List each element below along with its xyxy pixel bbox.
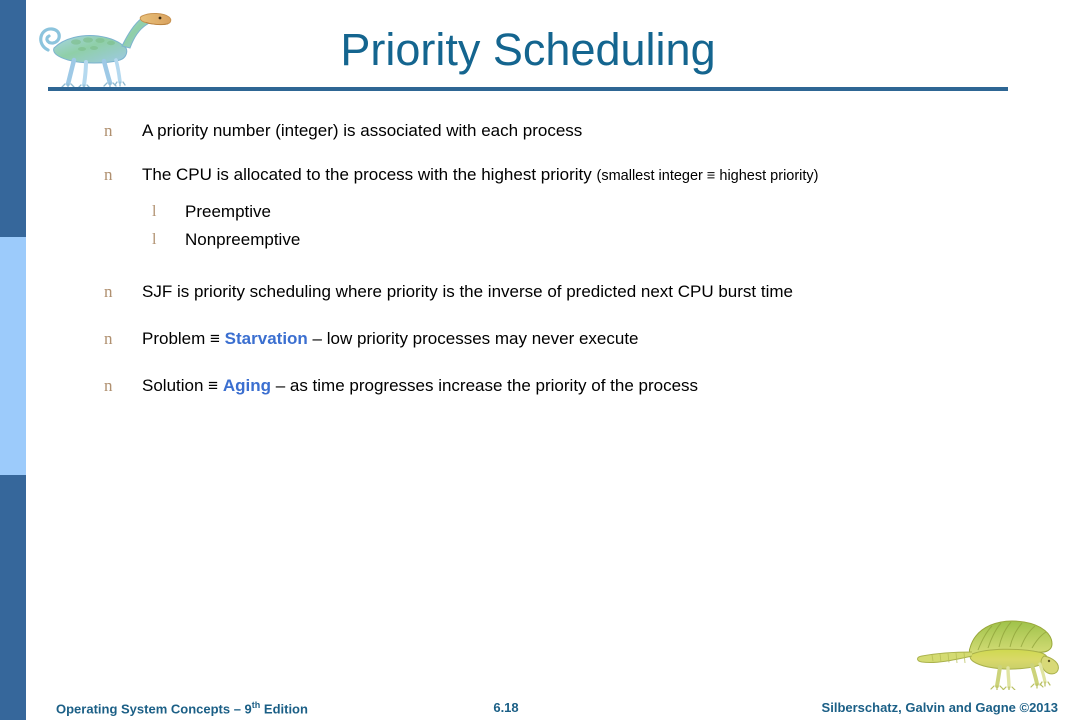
footer-book-ordinal-suffix: th [251, 700, 261, 710]
bullet-marker-icon: n [104, 165, 113, 184]
footer-credit: Silberschatz, Galvin and Gagne ©2013 [821, 700, 1058, 715]
bullet-text-after: – as time progresses increase the priori… [270, 376, 699, 395]
bullet-marker-icon: n [104, 329, 113, 348]
bullet-item: n The CPU is allocated to the process wi… [0, 164, 1080, 187]
sub-bullet-text: Preemptive [185, 202, 271, 221]
bullet-text-before: Problem ≡ [142, 329, 225, 348]
sub-bullet-item: l Preemptive [0, 201, 1080, 223]
bullet-item: n SJF is priority scheduling where prior… [0, 281, 1080, 303]
title-underline-rule [48, 87, 1008, 91]
bullet-item: n Problem ≡ Starvation – low priority pr… [0, 328, 1080, 350]
footer-book-title: Operating System Concepts – 9th Edition [56, 700, 308, 716]
slide-body: n A priority number (integer) is associa… [0, 120, 1080, 419]
bullet-text-parenthetical: (smallest integer ≡ highest priority) [596, 168, 819, 184]
sub-bullet-item: l Nonpreemptive [0, 229, 1080, 251]
bullet-text: Solution ≡ Aging – as time progresses in… [142, 375, 1080, 397]
bullet-text-after: – low priority processes may never execu… [307, 329, 639, 348]
bullet-text: A priority number (integer) is associate… [142, 121, 583, 140]
sub-bullet-marker-icon: l [152, 231, 157, 248]
bullet-text: SJF is priority scheduling where priorit… [142, 282, 793, 301]
footer-page-number: 6.18 [493, 700, 519, 715]
sub-bullet-text: Nonpreemptive [185, 230, 301, 249]
bullet-text: Problem ≡ Starvation – low priority proc… [142, 328, 1080, 350]
bullet-item: n A priority number (integer) is associa… [0, 120, 1080, 142]
sail-backed-dinosaur-illustration-icon [908, 612, 1068, 691]
bullet-text-before: Solution ≡ [142, 376, 223, 395]
footer-book-suffix: Edition [260, 701, 308, 717]
slide-title: Priority Scheduling [340, 24, 716, 75]
bullet-keyword-aging: Aging [222, 376, 271, 395]
bullet-text: The CPU is allocated to the process with… [142, 164, 1080, 187]
sub-bullet-marker-icon: l [152, 203, 157, 220]
bullet-marker-icon: n [104, 376, 113, 395]
bullet-keyword-starvation: Starvation [224, 329, 308, 348]
bullet-item: n Solution ≡ Aging – as time progresses … [0, 375, 1080, 397]
bullet-marker-icon: n [104, 282, 113, 301]
footer-book-prefix: Operating System Concepts – 9 [56, 701, 252, 717]
bullet-marker-icon: n [104, 121, 113, 140]
bullet-text-main: The CPU is allocated to the process with… [142, 165, 597, 184]
